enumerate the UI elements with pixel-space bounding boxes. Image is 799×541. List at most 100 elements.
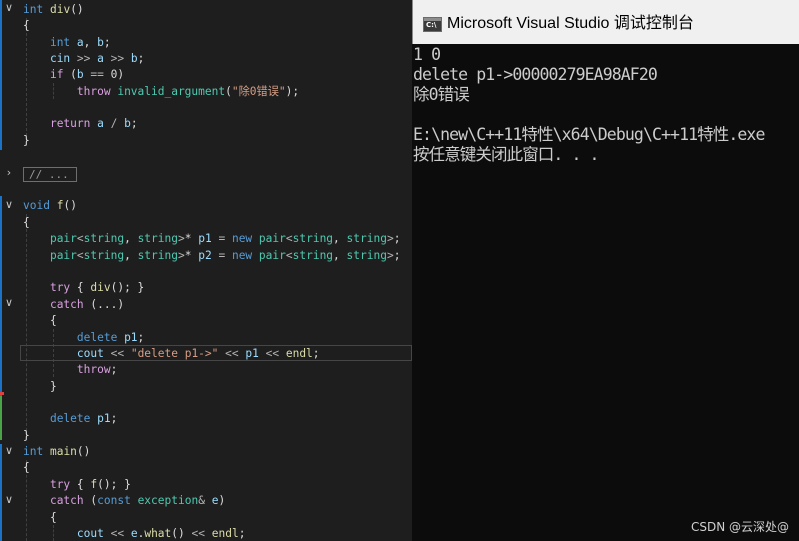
code-token: } — [23, 380, 57, 393]
code-token: string — [346, 232, 387, 245]
code-token: ; — [393, 232, 401, 245]
code-token: > — [177, 232, 185, 245]
code-token: (...) — [83, 298, 125, 311]
code-token: b — [124, 117, 131, 130]
code-token: new — [231, 249, 253, 262]
code-line[interactable]: int div() — [23, 2, 84, 18]
change-indicator-bar — [0, 396, 2, 440]
code-token: > — [386, 232, 394, 245]
code-token: { — [70, 281, 91, 294]
code-token: << — [110, 527, 125, 540]
code-token: < — [285, 249, 293, 262]
code-token: string — [292, 249, 334, 262]
code-line[interactable]: { — [23, 460, 30, 476]
debug-console-window[interactable]: C:\ Microsoft Visual Studio 调试控制台 1 0 del… — [412, 0, 799, 541]
code-token: if — [49, 68, 64, 81]
code-line[interactable]: catch (const exception& e) — [23, 493, 225, 509]
code-line[interactable]: } — [23, 379, 57, 395]
code-line[interactable]: delete p1; — [23, 330, 144, 346]
code-line[interactable]: cin >> a >> b; — [23, 51, 144, 67]
code-line[interactable]: { — [23, 18, 30, 34]
console-output-line: 除0错误 — [413, 85, 470, 104]
code-line[interactable]: throw; — [23, 362, 117, 378]
code-token: endl — [285, 347, 313, 360]
code-token: p1 — [245, 347, 259, 360]
code-token: try — [49, 478, 71, 491]
code-line[interactable]: cout << "delete p1->" << p1 << endl; — [23, 346, 320, 362]
code-token: catch — [49, 298, 84, 311]
code-token: what — [144, 527, 172, 540]
code-token: () — [76, 445, 91, 458]
code-token: << — [225, 347, 239, 360]
code-line[interactable]: pair<string, string>* p1 = new pair<stri… — [23, 231, 401, 247]
code-line[interactable]: cout << e.what() << endl; — [23, 526, 246, 541]
code-line[interactable]: int main() — [23, 444, 90, 460]
fold-chevron-icon[interactable]: ∨ — [2, 197, 16, 213]
code-line[interactable]: int a, b; — [23, 35, 111, 51]
console-output-line: 1 0 — [413, 45, 441, 64]
code-line[interactable]: throw invalid_argument("除0错误"); — [23, 84, 299, 100]
code-token: int — [23, 3, 44, 16]
code-token: < — [76, 232, 84, 245]
console-title-bar[interactable]: C:\ Microsoft Visual Studio 调试控制台 — [412, 0, 799, 44]
code-token: * — [184, 249, 199, 262]
code-line[interactable]: } — [23, 428, 30, 444]
change-indicator-bar — [0, 0, 2, 150]
code-token: p1 — [198, 232, 212, 245]
code-token: < — [76, 249, 84, 262]
code-line[interactable]: } — [23, 133, 30, 149]
console-title: Microsoft Visual Studio 调试控制台 — [447, 15, 694, 32]
code-token: ; — [110, 412, 118, 425]
code-editor[interactable]: ∨ › ∨ ∨ ∨ ∨ // ... int div(){ int a, b; … — [0, 0, 412, 541]
fold-chevron-icon[interactable]: ∨ — [2, 0, 16, 16]
code-token: string — [83, 232, 125, 245]
collapsed-region[interactable]: // ... — [23, 167, 77, 182]
code-token: { — [23, 511, 57, 524]
code-token: 0) — [103, 68, 125, 81]
code-line[interactable]: { — [23, 215, 30, 231]
code-token: ; — [103, 36, 111, 49]
expand-chevron-icon[interactable]: › — [2, 165, 16, 181]
code-line[interactable]: if (b == 0) — [23, 67, 124, 83]
code-line[interactable]: return a / b; — [23, 116, 138, 132]
code-token: >> — [76, 52, 91, 65]
fold-chevron-icon[interactable]: ∨ — [2, 492, 16, 508]
code-line[interactable]: try { div(); } — [23, 280, 144, 296]
code-token: string — [137, 232, 178, 245]
code-token: string — [83, 249, 125, 262]
fold-chevron-icon[interactable]: ∨ — [2, 443, 16, 459]
code-token: { — [70, 478, 91, 491]
code-token: } — [23, 134, 30, 147]
code-line[interactable]: try { f(); } — [23, 477, 131, 493]
console-output-line: 按任意键关闭此窗口. . . — [413, 145, 599, 164]
code-token: p1 — [97, 412, 111, 425]
code-token: endl — [211, 527, 239, 540]
code-token: << — [110, 347, 125, 360]
code-token: const — [97, 494, 131, 507]
code-token: ; — [393, 249, 401, 262]
console-output[interactable]: 1 0 delete p1->00000279EA98AF20 除0错误 E:\new… — [413, 45, 799, 165]
code-token: { — [23, 461, 30, 474]
code-token: pair — [258, 232, 286, 245]
code-line[interactable]: void f() — [23, 198, 77, 214]
code-line[interactable]: { — [23, 510, 57, 526]
code-line[interactable]: catch (...) — [23, 297, 124, 313]
code-line[interactable]: delete p1; — [23, 411, 117, 427]
code-token: p1 — [124, 331, 138, 344]
code-line[interactable]: { — [23, 313, 57, 329]
fold-chevron-icon[interactable]: ∨ — [2, 295, 16, 311]
code-line[interactable]: pair<string, string>* p2 = new pair<stri… — [23, 248, 401, 264]
